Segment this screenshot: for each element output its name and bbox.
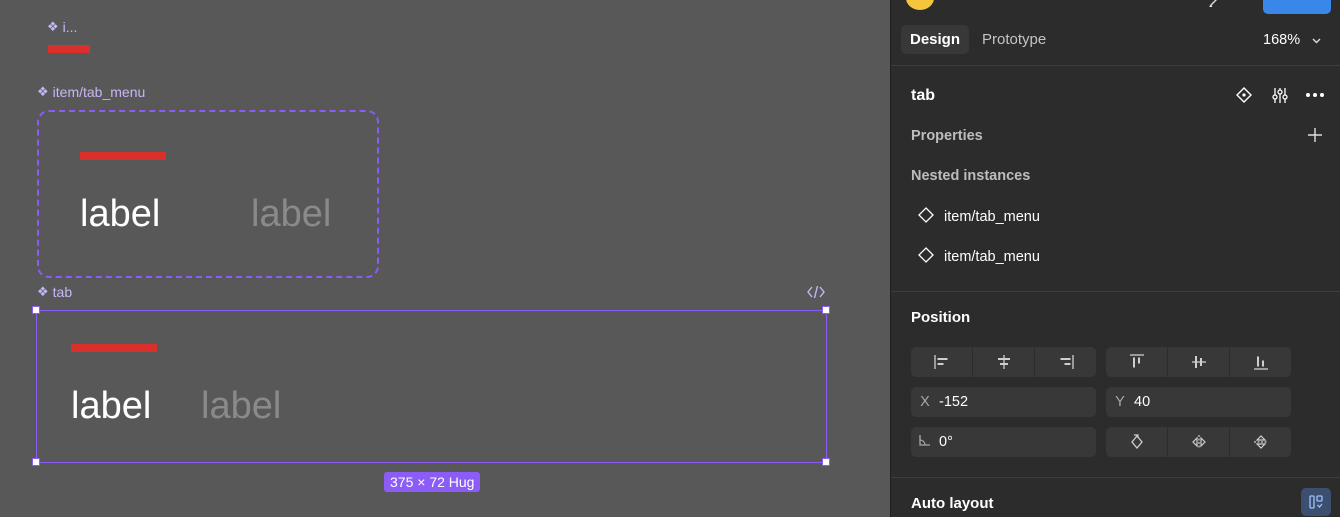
design-canvas[interactable]: ❖ i... ❖ item/tab_menu label label ❖ tab… bbox=[0, 0, 890, 517]
pencil-icon[interactable] bbox=[1208, 0, 1225, 12]
tab-label-inactive[interactable]: label bbox=[201, 385, 281, 428]
x-field[interactable]: X -152 bbox=[911, 387, 1096, 417]
resize-handle-tr[interactable] bbox=[822, 306, 830, 314]
chevron-down-icon bbox=[1312, 32, 1321, 48]
component-name: tab bbox=[52, 284, 73, 300]
adjust-icon[interactable] bbox=[1272, 87, 1288, 104]
component-diamond-icon[interactable] bbox=[1236, 87, 1252, 103]
align-right-icon[interactable] bbox=[1035, 347, 1096, 377]
component-name: item/tab_menu bbox=[52, 84, 146, 100]
vertical-align-group bbox=[1106, 347, 1291, 377]
auto-layout-label: Auto layout bbox=[911, 495, 994, 512]
transform-group bbox=[1106, 427, 1291, 457]
component-label-item-tab-menu[interactable]: ❖ item/tab_menu bbox=[37, 84, 145, 100]
tab-indicator bbox=[48, 45, 90, 53]
share-button[interactable] bbox=[1263, 0, 1331, 14]
flip-horizontal-icon[interactable] bbox=[1168, 427, 1230, 457]
tab-indicator bbox=[71, 344, 157, 352]
zoom-dropdown[interactable]: 168% bbox=[1263, 32, 1321, 48]
component-icon: ❖ bbox=[37, 284, 49, 299]
divider bbox=[891, 291, 1340, 292]
divider bbox=[891, 477, 1340, 478]
layer-name[interactable]: tab bbox=[911, 87, 935, 105]
flip-vertical-icon[interactable] bbox=[1230, 427, 1291, 457]
nested-instance-label: item/tab_menu bbox=[944, 209, 1040, 225]
component-label-top[interactable]: ❖ i... bbox=[47, 19, 77, 35]
auto-layout-icon[interactable] bbox=[1301, 488, 1331, 516]
properties-label: Properties bbox=[911, 128, 983, 144]
resize-handle-tl[interactable] bbox=[32, 306, 40, 314]
align-bottom-icon[interactable] bbox=[1230, 347, 1291, 377]
divider bbox=[891, 65, 1340, 66]
horizontal-align-group bbox=[911, 347, 1096, 377]
nested-instances-label: Nested instances bbox=[911, 168, 1031, 184]
rotation-value[interactable]: 0° bbox=[939, 434, 953, 450]
size-badge: 375 × 72 Hug bbox=[384, 472, 481, 492]
y-field[interactable]: Y 40 bbox=[1106, 387, 1291, 417]
tab-label-inactive[interactable]: label bbox=[251, 193, 331, 236]
rotation-field[interactable]: 0° bbox=[911, 427, 1096, 457]
nested-instance-item[interactable]: item/tab_menu bbox=[918, 247, 1040, 267]
tab-label-active[interactable]: label bbox=[80, 193, 160, 236]
y-value[interactable]: 40 bbox=[1134, 394, 1150, 410]
nested-instance-label: item/tab_menu bbox=[944, 249, 1040, 265]
y-prefix: Y bbox=[1115, 394, 1125, 410]
x-value[interactable]: -152 bbox=[939, 394, 968, 410]
tab-prototype[interactable]: Prototype bbox=[973, 25, 1055, 54]
avatar[interactable] bbox=[906, 0, 934, 10]
align-top-icon[interactable] bbox=[1106, 347, 1168, 377]
resize-handle-bl[interactable] bbox=[32, 458, 40, 466]
component-label-tab[interactable]: ❖ tab bbox=[37, 284, 72, 300]
align-vertical-center-icon[interactable] bbox=[1168, 347, 1230, 377]
add-icon[interactable] bbox=[1307, 127, 1323, 143]
properties-panel: Design Prototype 168% tab Properties Nes… bbox=[890, 0, 1340, 517]
position-label: Position bbox=[911, 309, 971, 326]
align-horizontal-center-icon[interactable] bbox=[973, 347, 1035, 377]
component-icon: ❖ bbox=[47, 19, 59, 34]
instance-diamond-icon bbox=[918, 247, 934, 267]
component-icon: ❖ bbox=[37, 84, 49, 99]
rotate-icon[interactable] bbox=[1106, 427, 1168, 457]
instance-diamond-icon bbox=[918, 207, 934, 227]
nested-instance-item[interactable]: item/tab_menu bbox=[918, 207, 1040, 227]
resize-handle-br[interactable] bbox=[822, 458, 830, 466]
code-icon[interactable] bbox=[807, 285, 825, 304]
x-prefix: X bbox=[920, 394, 930, 410]
tab-label-active[interactable]: label bbox=[71, 385, 151, 428]
more-icon[interactable] bbox=[1305, 92, 1325, 98]
selected-tab-frame[interactable] bbox=[36, 310, 827, 463]
align-left-icon[interactable] bbox=[911, 347, 973, 377]
tab-design[interactable]: Design bbox=[901, 25, 970, 54]
angle-icon bbox=[911, 434, 939, 450]
tab-indicator bbox=[80, 152, 166, 160]
component-name: i... bbox=[62, 19, 78, 35]
zoom-value: 168% bbox=[1263, 32, 1301, 48]
